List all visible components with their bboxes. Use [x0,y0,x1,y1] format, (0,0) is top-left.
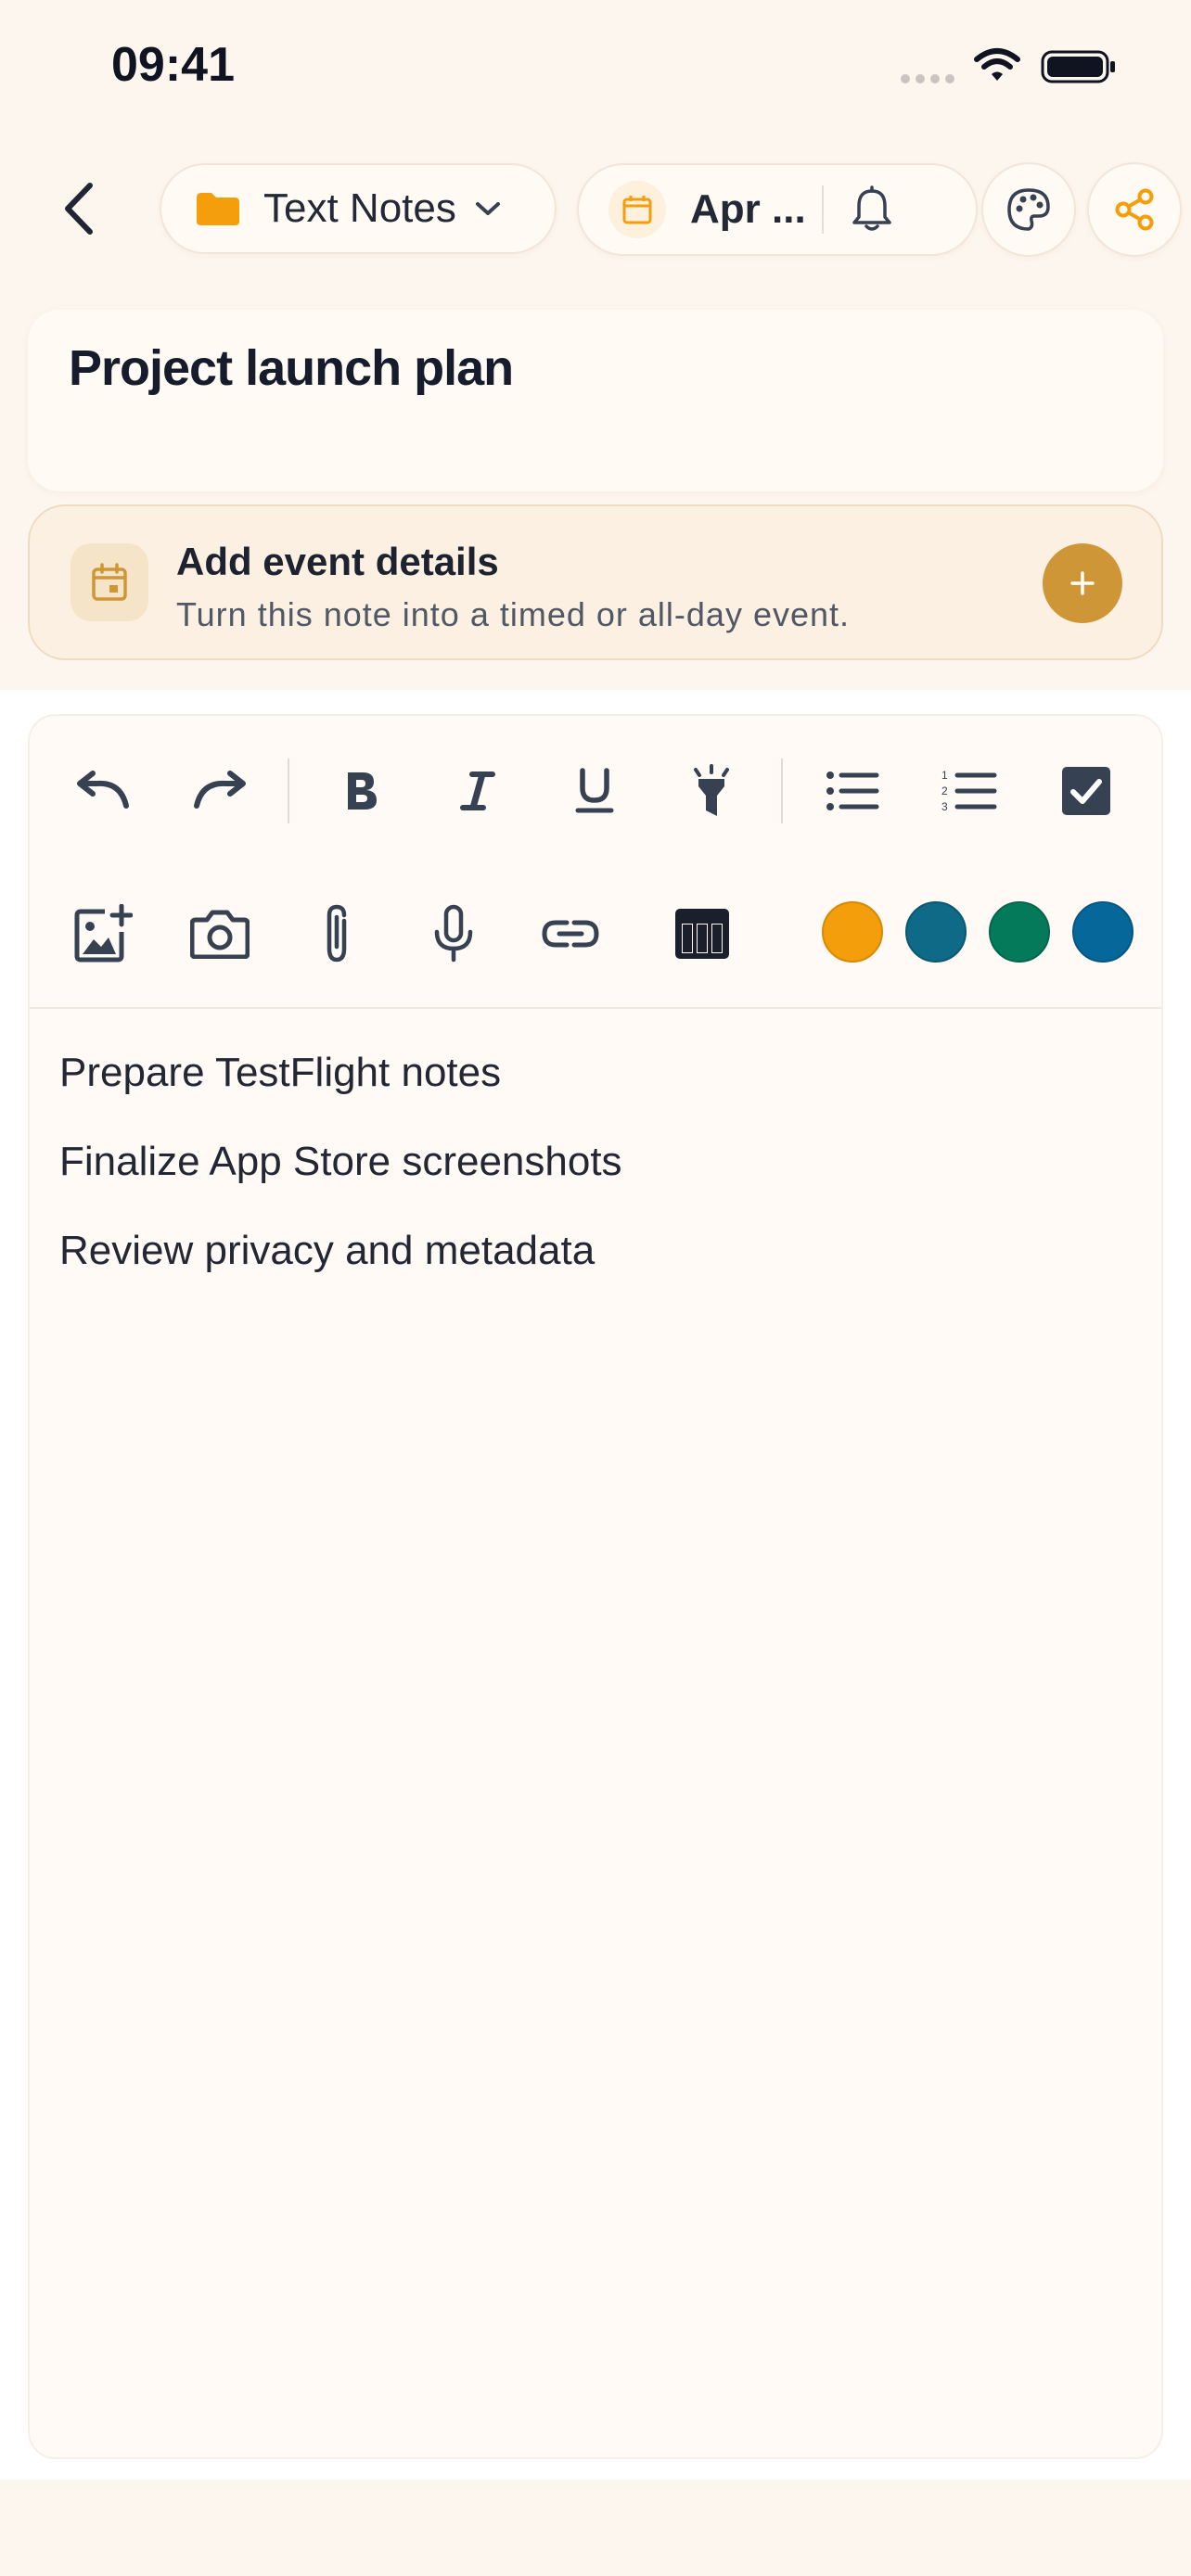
svg-text:3: 3 [941,800,948,813]
numbered-list-button[interactable]: 1 2 3 [928,749,1011,833]
italic-icon [460,772,495,810]
insert-table-button[interactable] [660,892,744,976]
toolbar-separator [288,759,289,823]
svg-text:2: 2 [941,784,948,797]
color-swatch-blue[interactable] [1072,901,1133,963]
bold-button[interactable] [319,749,403,833]
bullet-list-button[interactable] [811,749,894,833]
checkbox-icon [1062,767,1110,815]
event-card-subtitle: Turn this note into a timed or all-day e… [176,595,851,633]
calendar-event-icon [92,563,127,601]
undo-icon [77,771,129,809]
checklist-button[interactable] [1044,749,1128,833]
camera-icon [190,910,250,959]
back-button[interactable] [46,167,111,250]
attach-button[interactable] [295,892,378,976]
camera-button[interactable] [178,892,262,976]
toolbar-separator [781,759,783,823]
calendar-icon [622,196,652,224]
highlight-button[interactable] [670,749,753,833]
event-card-title: Add event details [176,540,499,583]
redo-button[interactable] [178,749,262,833]
underline-icon [575,768,614,813]
status-time: 09:41 [111,38,235,92]
numbered-list-icon: 1 2 3 [941,769,997,813]
event-calendar-badge [70,543,148,621]
add-event-button[interactable] [1043,543,1122,623]
add-image-button[interactable] [61,892,145,976]
microphone-icon [434,904,473,963]
table-icon [675,909,729,959]
note-title[interactable]: Project launch plan [69,339,514,397]
bullet-list-icon [826,772,879,810]
share-button[interactable] [1087,162,1182,257]
link-icon [542,920,599,948]
wifi-icon [974,48,1020,81]
event-details-card[interactable]: Add event details Turn this note into a … [28,504,1163,660]
pill-divider [822,185,824,234]
underline-button[interactable] [553,749,636,833]
toolbar-divider [30,1007,1161,1009]
theme-button[interactable] [981,162,1076,257]
signal-icon [901,74,954,83]
bell-icon[interactable] [852,185,892,234]
palette-icon [1007,188,1050,231]
redo-icon [194,771,246,809]
highlighter-icon [694,764,729,816]
date-reminder-pill[interactable]: Apr ... [577,163,978,256]
chevron-down-icon [475,202,500,215]
folder-selector[interactable]: Text Notes [160,163,557,254]
color-swatch-teal[interactable] [905,901,967,963]
title-card[interactable]: Project launch plan [28,310,1163,491]
record-audio-button[interactable] [412,892,495,976]
paperclip-icon [327,904,347,963]
bottom-safe-area [0,2480,1191,2576]
date-label[interactable]: Apr ... [690,186,820,233]
undo-button[interactable] [61,749,145,833]
italic-button[interactable] [436,749,519,833]
folder-icon [197,193,239,225]
add-image-icon [74,904,133,963]
folder-label: Text Notes [263,185,456,231]
share-icon [1115,188,1154,231]
svg-text:1: 1 [941,769,948,782]
note-line[interactable]: Review privacy and metadata [59,1228,595,1274]
battery-icon [1041,50,1115,83]
insert-link-button[interactable] [529,892,612,976]
chevron-left-icon [65,183,93,235]
bold-icon [348,772,377,810]
color-swatch-green[interactable] [989,901,1050,963]
color-swatch-amber[interactable] [822,901,883,963]
note-line[interactable]: Finalize App Store screenshots [59,1139,622,1185]
editor-card[interactable]: 1 2 3 Prepare TestFlight notes Finalize … [28,714,1163,2459]
calendar-badge [608,181,666,238]
note-line[interactable]: Prepare TestFlight notes [59,1050,501,1096]
plus-icon [1070,571,1095,595]
